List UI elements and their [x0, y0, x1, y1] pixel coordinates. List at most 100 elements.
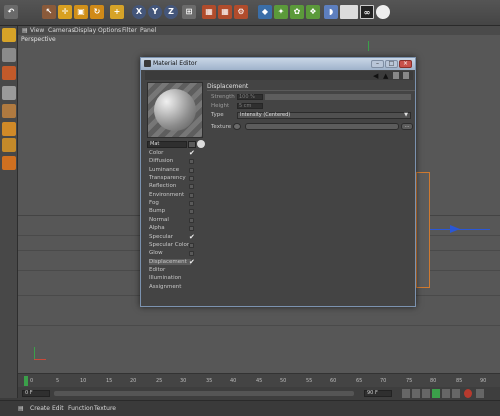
x-axis-handle[interactable]	[430, 229, 490, 230]
z-axis-icon[interactable]: Z	[164, 5, 178, 19]
undo-icon[interactable]: ↶	[4, 5, 18, 19]
channel-checkbox[interactable]	[189, 226, 194, 232]
channel-displacement[interactable]: Displacement	[149, 258, 191, 265]
channel-checkbox[interactable]	[189, 201, 194, 207]
lock-icon[interactable]	[393, 72, 399, 79]
menu-cameras[interactable]: Cameras	[48, 27, 75, 34]
select-arrow-icon[interactable]: ↖	[42, 5, 56, 19]
menu-view[interactable]: View	[30, 27, 44, 34]
menu-create[interactable]: Create	[30, 405, 50, 412]
cube-object-icon[interactable]: ◆	[258, 5, 272, 19]
points-mode-icon[interactable]	[2, 86, 16, 100]
channel-specular-color[interactable]: Specular Color	[149, 242, 189, 248]
texture-mode-icon[interactable]	[2, 66, 16, 80]
next-frame-icon[interactable]	[442, 389, 450, 398]
material-name-field[interactable]: Mat	[147, 141, 187, 148]
channel-luminance[interactable]: Luminance	[149, 167, 179, 173]
channel-reflection[interactable]: Reflection	[149, 183, 176, 189]
next-key-icon[interactable]	[452, 389, 460, 398]
play-icon[interactable]	[432, 389, 440, 398]
channel-checkbox[interactable]	[189, 184, 194, 190]
arrow-left-icon[interactable]: ◀	[373, 72, 378, 80]
camera-icon[interactable]: ∞	[360, 5, 374, 19]
floor-icon[interactable]	[340, 5, 358, 19]
channel-transparency[interactable]: Transparency	[149, 175, 186, 181]
nurbs-icon[interactable]: ✿	[290, 5, 304, 19]
material-name-button[interactable]	[188, 141, 196, 148]
menu-texture[interactable]: Texture	[94, 405, 116, 412]
end-frame-field[interactable]: 90 F	[364, 390, 392, 397]
material-preview[interactable]	[147, 82, 203, 138]
strength-field[interactable]: 100 %	[237, 94, 263, 100]
channel-checkbox[interactable]: ✔	[189, 150, 195, 157]
channel-checkbox[interactable]: ✔	[189, 233, 195, 240]
material-editor-titlebar[interactable]: Material Editor – □ ×	[141, 58, 415, 70]
channel-checkbox[interactable]	[189, 217, 194, 223]
add-object-icon[interactable]: +	[110, 5, 124, 19]
arrow-up-icon[interactable]: ▲	[383, 72, 388, 80]
channel-normal[interactable]: Normal	[149, 217, 169, 223]
height-field[interactable]: 5 cm	[237, 103, 263, 109]
move-icon[interactable]: ✛	[58, 5, 72, 19]
channel-editor[interactable]: Editor	[149, 267, 165, 273]
prev-key-icon[interactable]	[412, 389, 420, 398]
prev-frame-icon[interactable]	[422, 389, 430, 398]
menu-edit[interactable]: Edit	[52, 405, 64, 412]
render-view-icon[interactable]: ▦	[202, 5, 216, 19]
texture-browse-button[interactable]: ...	[401, 123, 413, 130]
x-axis-arrow-icon[interactable]	[450, 225, 460, 233]
model-mode-icon[interactable]	[2, 48, 16, 62]
range-slider[interactable]	[54, 391, 354, 396]
new-panel-icon[interactable]	[403, 72, 409, 79]
channel-checkbox[interactable]	[189, 167, 194, 173]
first-frame-icon[interactable]	[402, 389, 410, 398]
menu-filter[interactable]: Filter	[122, 27, 137, 34]
axis-mode-icon[interactable]	[2, 138, 16, 152]
start-frame-field[interactable]: 0 F	[22, 390, 50, 397]
channel-checkbox[interactable]	[189, 209, 194, 215]
render-picture-viewer-icon[interactable]: ▦	[218, 5, 232, 19]
menu-panel[interactable]: Panel	[140, 27, 156, 34]
timeline-playhead[interactable]	[24, 376, 28, 386]
selected-object[interactable]	[416, 172, 430, 288]
channel-assignment[interactable]: Assignment	[149, 284, 181, 290]
channel-alpha[interactable]: Alpha	[149, 225, 165, 231]
light-icon[interactable]	[376, 5, 390, 19]
channel-checkbox[interactable]	[189, 176, 194, 182]
channel-glow[interactable]: Glow	[149, 250, 163, 256]
channel-checkbox[interactable]	[189, 242, 194, 248]
close-button[interactable]: ×	[399, 60, 412, 68]
reset-icon[interactable]	[197, 140, 205, 148]
menu-function[interactable]: Function	[68, 405, 94, 412]
channel-environment[interactable]: Environment	[149, 192, 184, 198]
key-icon[interactable]	[476, 389, 484, 398]
magnet-icon[interactable]	[2, 156, 16, 170]
type-dropdown[interactable]: Intensity (Centered) ▼	[237, 112, 411, 119]
texture-arrow-icon[interactable]	[233, 123, 241, 130]
texture-field[interactable]	[245, 123, 399, 130]
polygons-mode-icon[interactable]	[2, 122, 16, 136]
channel-checkbox[interactable]	[189, 251, 194, 257]
channel-checkbox[interactable]	[189, 159, 194, 165]
menu-view-icon-box[interactable]: ▤	[22, 27, 28, 34]
channel-specular[interactable]: Specular	[149, 234, 173, 240]
channel-fog[interactable]: Fog	[149, 200, 159, 206]
channel-illumination[interactable]: Illumination	[149, 275, 181, 281]
y-axis-icon[interactable]: Y	[148, 5, 162, 19]
array-icon[interactable]: ❖	[306, 5, 320, 19]
edges-mode-icon[interactable]	[2, 104, 16, 118]
render-settings-icon[interactable]: ⚙	[234, 5, 248, 19]
scale-icon[interactable]: ▣	[74, 5, 88, 19]
coordinate-system-icon[interactable]: ⊞	[182, 5, 196, 19]
x-axis-icon[interactable]: X	[132, 5, 146, 19]
spline-icon[interactable]: ✦	[274, 5, 288, 19]
timeline[interactable]: 0 5 10 15 20 25 30 35 40 45 50 55 60 65 …	[18, 373, 500, 387]
rotate-icon[interactable]: ↻	[90, 5, 104, 19]
make-editable-icon[interactable]	[2, 28, 16, 42]
material-editor-window[interactable]: Material Editor – □ × ◀ ▲ Mat Color ✔ Diff…	[140, 57, 416, 307]
channel-checkbox[interactable]	[189, 192, 194, 198]
record-icon[interactable]	[464, 389, 472, 398]
channel-diffusion[interactable]: Diffusion	[149, 158, 173, 164]
minimize-button[interactable]: –	[371, 60, 384, 68]
menu-display[interactable]: Display	[74, 27, 96, 34]
